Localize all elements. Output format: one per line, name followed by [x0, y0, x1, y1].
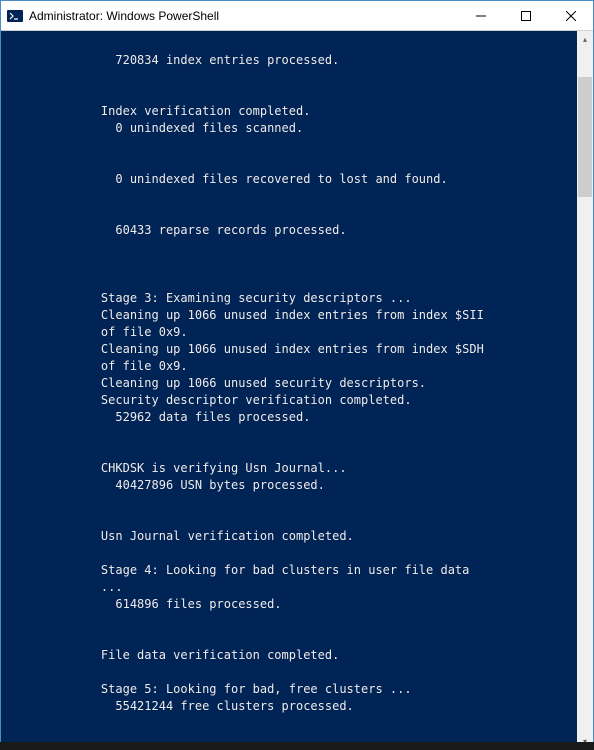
taskbar-fragment	[0, 742, 594, 750]
scroll-track[interactable]	[577, 47, 593, 733]
console-output[interactable]: 720834 index entries processed. Index ve…	[1, 31, 577, 749]
minimize-button[interactable]	[458, 1, 503, 31]
client-area: 720834 index entries processed. Index ve…	[1, 31, 593, 749]
scroll-up-arrow[interactable]: ▴	[577, 31, 593, 47]
vertical-scrollbar[interactable]: ▴ ▾	[577, 31, 593, 749]
maximize-button[interactable]	[503, 1, 548, 31]
close-button[interactable]	[548, 1, 593, 31]
powershell-icon	[7, 8, 23, 24]
powershell-window: Administrator: Windows PowerShell 720834…	[0, 0, 594, 750]
window-title: Administrator: Windows PowerShell	[29, 9, 219, 23]
scroll-thumb[interactable]	[578, 77, 592, 197]
titlebar[interactable]: Administrator: Windows PowerShell	[1, 1, 593, 31]
